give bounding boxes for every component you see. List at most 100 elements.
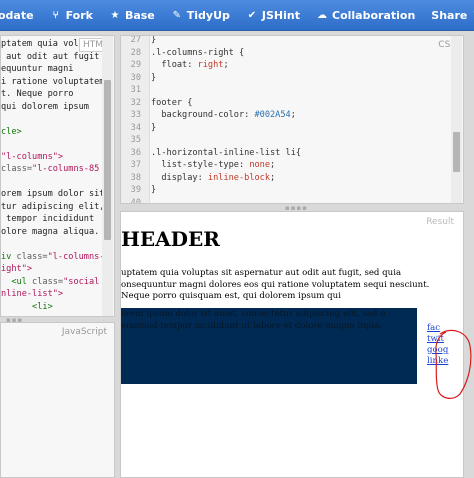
code-token: list-style-type: (151, 160, 250, 170)
code-token: i ratione voluptatem (1, 76, 105, 87)
code-token: "social (63, 276, 100, 287)
toolbar-button-label: TidyUp (186, 8, 230, 22)
code-token: .l-columns-right { (151, 47, 245, 58)
toolbar-button-label: Base (124, 8, 155, 22)
html-editor-panel[interactable]: ptatem quia voluptas aut odit aut fugit e… (0, 35, 115, 317)
toolbar-jshint-button[interactable]: ✔ JSHint (238, 0, 308, 30)
code-line: class="l-columns-85 (1, 163, 105, 176)
toolbar-button-label: Share (431, 8, 468, 22)
star-icon: ★ (110, 9, 120, 21)
code-token: .l-horizontal-inline-list li{ (151, 147, 302, 158)
result-footer-block: orem ipsum dolor sit amet, consectetur a… (121, 308, 417, 384)
code-token: "l-columns"> (1, 151, 64, 162)
code-token: olore magna aliqua. (1, 226, 100, 237)
css-line-numbers: 27 28 29 30 31 32 33 34 35 36 37 38 39 40 (121, 35, 145, 203)
code-token: inline-block (207, 172, 271, 183)
css-vertical-scrollbar[interactable] (451, 36, 462, 203)
code-token: } (151, 185, 157, 195)
toolbar-button-label: Collaboration (332, 8, 416, 22)
code-line: } (151, 35, 301, 47)
code-line: tur adipiscing elit, (1, 201, 105, 214)
code-token: display: (151, 172, 208, 183)
code-line: cle> (1, 126, 105, 139)
red-annotation-circle (435, 329, 472, 399)
html-resize-handle[interactable]: ▪▪▪ (6, 316, 23, 324)
code-line: iv class="l-columns- (1, 251, 105, 264)
html-code[interactable]: ptatem quia voluptas aut odit aut fugit e… (1, 38, 105, 313)
code-line: <li> (1, 301, 105, 314)
line-number: 35 (130, 135, 141, 145)
toolbar-fork-button[interactable]: ⑂ Fork (42, 0, 101, 30)
code-token: right (197, 60, 224, 70)
code-token: cle> (1, 126, 22, 137)
toolbar-share-button[interactable]: Share▼ (423, 0, 474, 30)
code-token: t. Neque porro (1, 89, 74, 99)
javascript-editor-panel[interactable]: JavaScript (0, 322, 115, 478)
code-line: float: right; (151, 59, 301, 72)
line-number: 29 (130, 60, 141, 70)
code-line: .l-columns-right { (151, 47, 301, 60)
code-token: #002A54 (254, 110, 291, 120)
toolbar-tidyup-button[interactable]: ✎ TidyUp (163, 0, 238, 30)
code-line: i ratione voluptatem (1, 76, 105, 89)
code-line: equuntur magni (1, 63, 105, 76)
code-line: .l-horizontal-inline-list li{ (151, 147, 301, 160)
code-line: footer { (151, 97, 301, 110)
code-token: iv (1, 251, 17, 262)
result-header-heading: HEADER (121, 227, 220, 251)
line-number: 34 (130, 122, 141, 133)
code-token: none (249, 160, 271, 170)
code-token: footer { (151, 97, 193, 108)
line-number: 31 (130, 85, 141, 95)
code-token: class= (16, 251, 48, 262)
line-number: 33 (130, 110, 141, 120)
result-panel-label: Result (423, 216, 457, 228)
code-token: ; (290, 110, 296, 120)
toolbar: odate ⑂ Fork ★ Base ✎ TidyUp ✔ JSHint ☁ Collaborat… (0, 0, 474, 31)
code-token: tempor incididunt (1, 214, 95, 224)
code-line: <ul class="social (1, 276, 105, 289)
code-token: ; (270, 160, 276, 170)
line-number: 36 (130, 147, 141, 158)
toolbar-odate-button[interactable]: odate (0, 0, 42, 30)
code-token: } (151, 35, 157, 45)
line-number: 32 (130, 97, 141, 108)
css-editor-panel[interactable]: 27 28 29 30 31 32 33 34 35 36 37 38 39 40 } .l-columns… (120, 35, 464, 204)
line-number: 27 (130, 35, 141, 45)
code-token: <li> (1, 301, 53, 312)
toolbar-base-button[interactable]: ★ Base (101, 0, 163, 30)
code-token: "l-columns-85 (32, 164, 100, 174)
css-code[interactable]: } .l-columns-right { float: right;} foote… (151, 35, 301, 203)
code-token: "l-columns- (47, 251, 105, 262)
code-line: display: inline-block; (151, 172, 301, 185)
pencil-icon: ✎ (172, 9, 181, 21)
code-token: class= (1, 164, 33, 174)
code-token: orem ipsum dolor sit (1, 189, 105, 199)
code-token: class= (32, 276, 64, 287)
code-line: orem ipsum dolor sit (1, 188, 105, 201)
toolbar-collaboration-button[interactable]: ☁ Collaboration (308, 0, 423, 30)
html-scroll-thumb[interactable] (104, 80, 111, 240)
code-line: olore magna aliqua. (1, 226, 105, 239)
fork-icon: ⑂ (52, 9, 59, 21)
line-number: 37 (130, 160, 141, 170)
line-number: 28 (130, 47, 141, 58)
code-line: list-style-type: none; (151, 159, 301, 172)
code-token: ; (223, 60, 229, 70)
cloud-icon: ☁ (317, 9, 327, 21)
line-number: 30 (130, 72, 141, 83)
html-vertical-scrollbar[interactable] (102, 36, 113, 316)
result-panel: Result HEADER uptatem quia voluptas sit … (120, 211, 464, 478)
code-token: aut odit aut fugit (1, 51, 100, 62)
css-scroll-thumb[interactable] (453, 132, 460, 172)
code-line: } (151, 184, 301, 197)
result-paragraph: uptatem quia voluptas sit aspernatur aut… (121, 268, 430, 301)
line-number: 38 (130, 172, 141, 183)
code-line: } (151, 122, 301, 135)
